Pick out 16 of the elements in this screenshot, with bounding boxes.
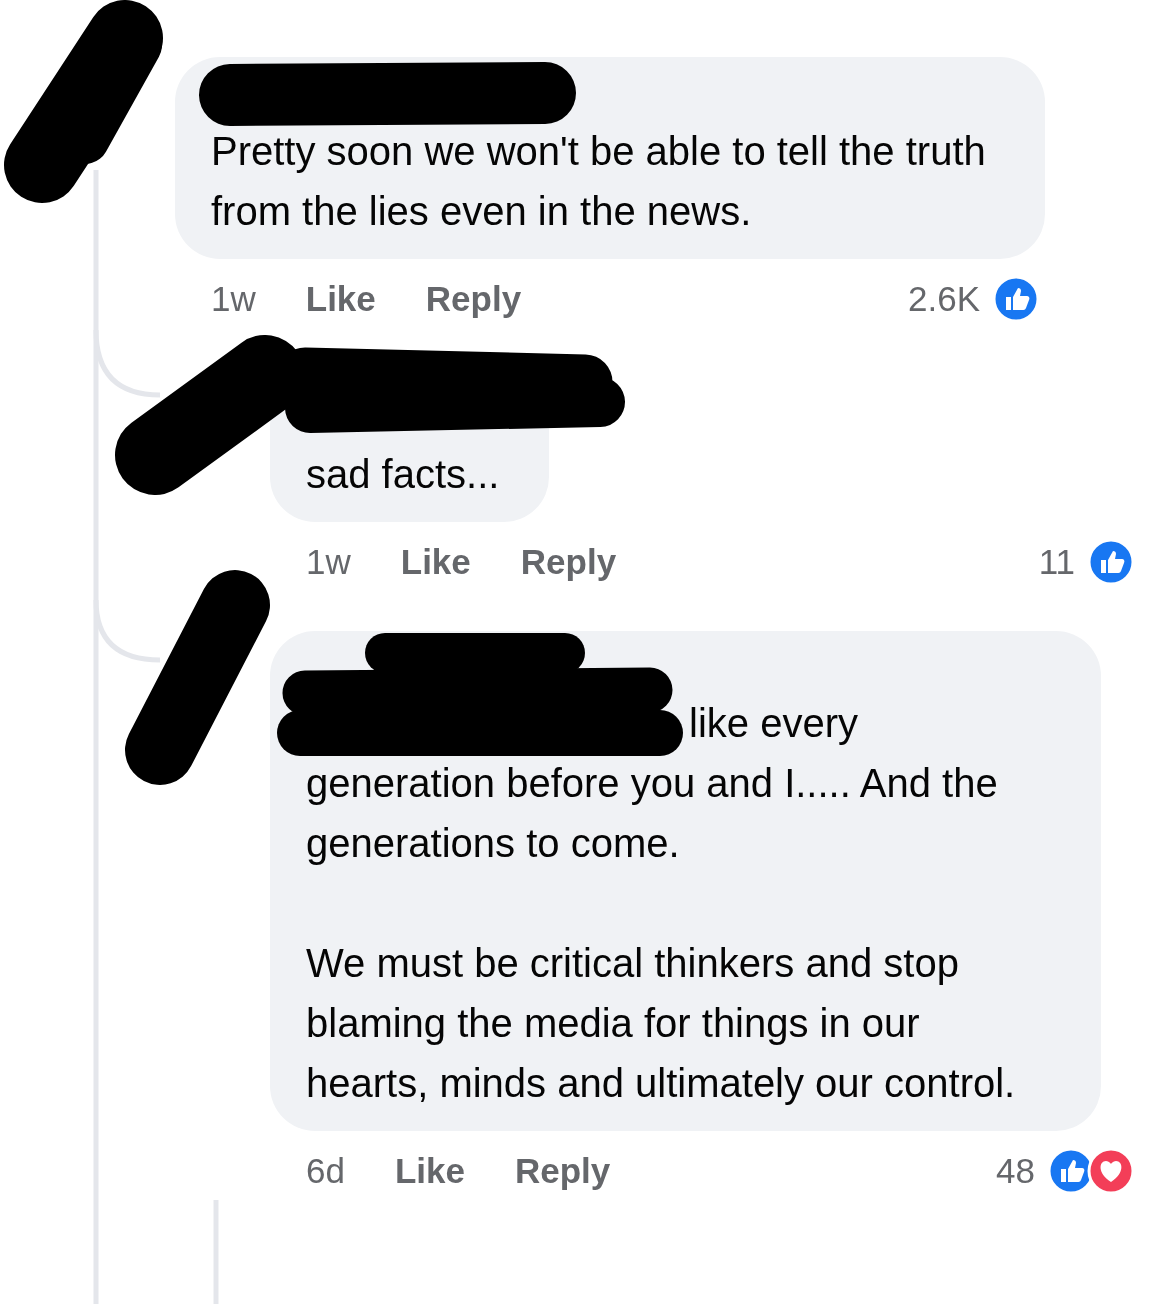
reaction-count[interactable]: 11 <box>1038 535 1075 589</box>
like-button[interactable]: Like <box>400 535 471 589</box>
comment-text: Pretty soon we won't be able to tell the truth from the lies even in the news. <box>211 128 987 235</box>
reaction-count[interactable]: 48 <box>996 1144 1035 1198</box>
like-button[interactable]: Like <box>305 272 376 326</box>
reply-button[interactable]: Reply <box>515 1144 611 1198</box>
reply-button[interactable]: Reply <box>520 535 617 589</box>
timestamp[interactable]: 1w <box>211 272 256 326</box>
timestamp[interactable]: 6d <box>306 1144 345 1198</box>
reply-button[interactable]: Reply <box>425 272 522 326</box>
comment-text: sad facts... <box>306 451 500 498</box>
reaction-count[interactable]: 2.6K <box>908 272 980 326</box>
timestamp[interactable]: 1w <box>306 535 351 589</box>
comment-text: like every generation before you and I..... And the generations to come. <box>306 700 999 867</box>
comment-text: We must be critical thinkers and stop blaming the media for things in our hearts, minds and ultimately our control. <box>306 940 1017 1107</box>
like-button[interactable]: Like <box>394 1144 465 1198</box>
